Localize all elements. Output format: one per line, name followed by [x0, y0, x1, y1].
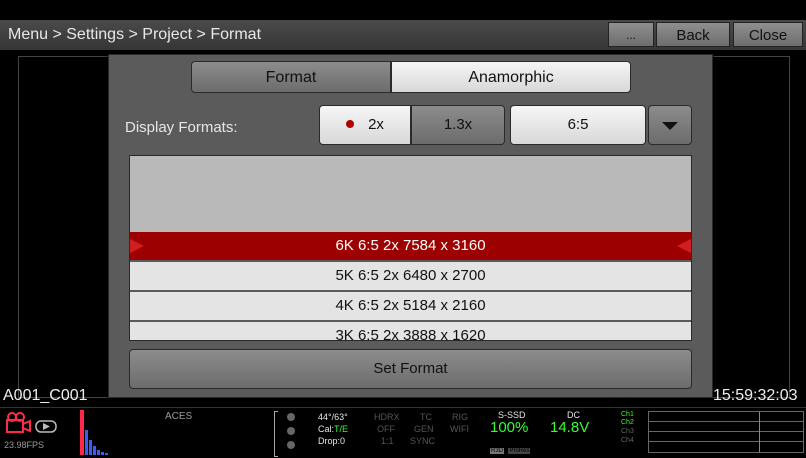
format-list-item[interactable]: 3K 6:5 2x 3888 x 1620 [130, 322, 691, 340]
more-button[interactable]: ... [608, 22, 654, 47]
breadcrumb: Menu > Settings > Project > Format [8, 26, 262, 43]
meter-line [649, 431, 803, 432]
meter-marker [759, 412, 760, 452]
calibration-readout: Cal:T/E [318, 424, 348, 434]
squeeze-2x-button[interactable]: 2x [319, 105, 411, 145]
set-format-button[interactable]: Set Format [129, 349, 692, 389]
aspect-ratio-select[interactable]: 6:5 [510, 105, 646, 145]
aspect-dropdown-button[interactable] [648, 105, 692, 145]
histogram-icon [80, 410, 108, 455]
codec-badge: ProRes [508, 448, 531, 454]
meter-line [649, 421, 803, 422]
rig-label: RIG [452, 412, 469, 422]
audio-channel-label: Ch4 [621, 437, 634, 444]
format-dialog: Format Anamorphic Display Formats: 2x 1.… [108, 54, 713, 398]
selected-dot-icon [346, 120, 355, 129]
hdrx-ratio: 1:1 [381, 436, 394, 446]
format-list-item[interactable]: 4K 6:5 2x 5184 x 2160 [130, 292, 691, 322]
meter-line [649, 441, 803, 442]
indicator-dot [287, 441, 295, 449]
audio-channel-label: Ch1 [621, 411, 634, 418]
tc-value: GEN [414, 424, 434, 434]
fps-readout: 23.98FPS [4, 440, 45, 450]
indicator-dot [287, 427, 295, 435]
tab-anamorphic[interactable]: Anamorphic [391, 61, 631, 93]
camera-icon [6, 412, 57, 433]
hdrx-label: HDRX [374, 412, 400, 422]
format-list-item[interactable]: 5K 6:5 2x 6480 x 2700 [130, 262, 691, 292]
rig-value: WIFI [450, 424, 469, 434]
indicator-dot [287, 413, 295, 421]
back-button[interactable]: Back [656, 22, 730, 47]
format-list-item-label: 6K 6:5 2x 7584 x 3160 [335, 237, 486, 254]
squeeze-2x-label: 2x [368, 116, 384, 133]
cal-label: Cal: [318, 424, 335, 434]
temperature-readout: 44°/63° [318, 412, 348, 422]
format-list-item[interactable]: 6K 6:5 2x 7584 x 3160 [130, 232, 691, 262]
battery-voltage: 14.8V [550, 419, 590, 436]
clip-name: A001_C001 [3, 387, 88, 404]
menu-bar: Menu > Settings > Project > Format ... B… [0, 20, 806, 50]
hdrx-value: OFF [377, 424, 395, 434]
audio-meter [648, 411, 804, 453]
format-list[interactable]: 6K 6:5 2x 7584 x 3160 5K 6:5 2x 6480 x 2… [129, 155, 692, 341]
codec-badges: R3D ProRes [490, 439, 531, 457]
squeeze-1-3x-button[interactable]: 1.3x [411, 105, 505, 145]
tc-label: TC [420, 412, 432, 422]
color-pipeline-label: ACES [165, 411, 193, 422]
status-bar: 23.98FPS ACES 44°/63° Cal:T/E Drop:0 HDR… [0, 407, 806, 458]
media-percent: 100% [490, 419, 529, 436]
tab-format[interactable]: Format [191, 61, 391, 93]
selection-left-arrow-icon [130, 239, 144, 253]
drop-readout: Drop:0 [318, 436, 346, 446]
top-border [0, 0, 806, 8]
codec-badge: R3D [490, 448, 505, 454]
display-formats-label: Display Formats: [125, 119, 238, 136]
chevron-down-icon [662, 122, 678, 130]
cal-value: T/E [334, 424, 349, 434]
close-button[interactable]: Close [733, 22, 803, 47]
audio-channel-label: Ch3 [621, 428, 634, 435]
status-divider [274, 411, 278, 457]
timecode: 15:59:32:03 [713, 387, 798, 404]
selection-right-arrow-icon [677, 239, 691, 253]
audio-channel-label: Ch2 [621, 419, 634, 426]
tc-sync: SYNC [410, 436, 436, 446]
